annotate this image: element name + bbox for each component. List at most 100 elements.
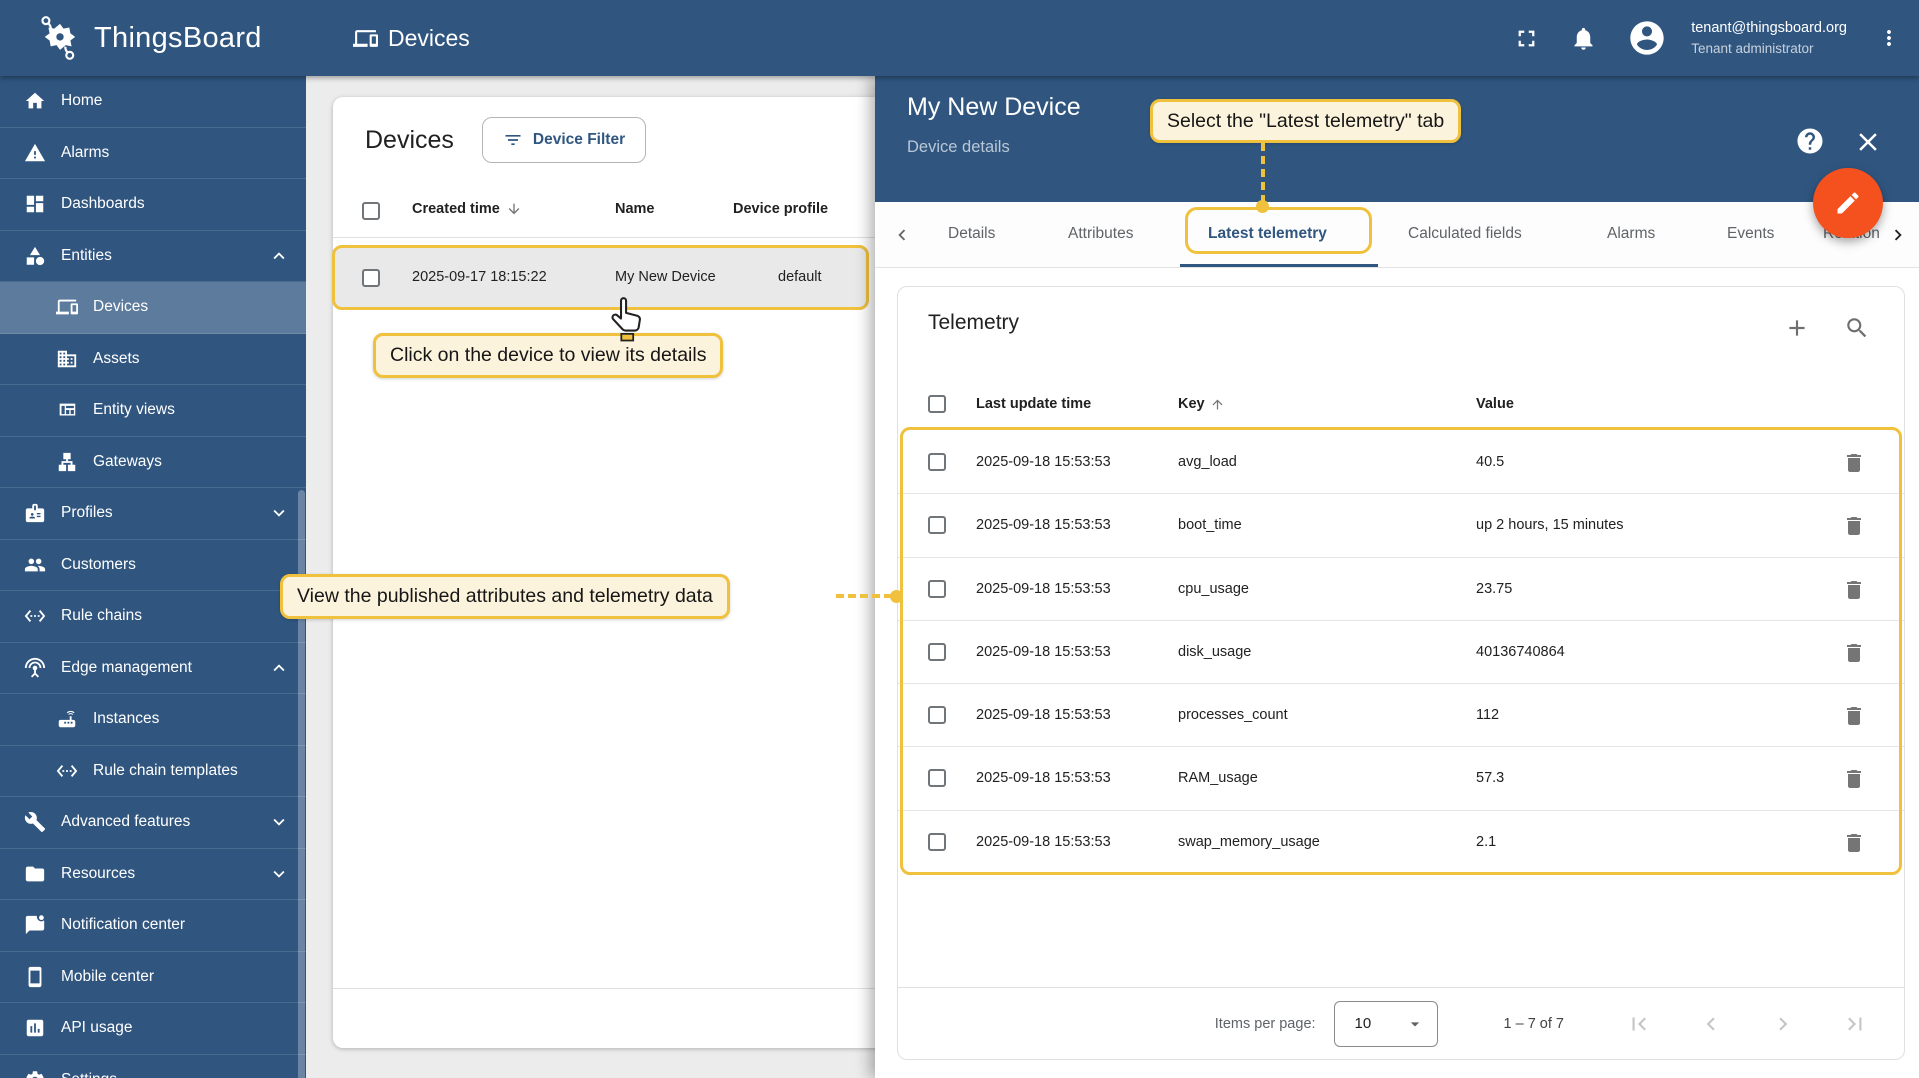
tabs-scroll-right-icon[interactable] [1887, 224, 1909, 246]
devices-table-header: Created time Name Device profile [333, 185, 890, 238]
devices-table-panel: Devices Device Filter Created time Name … [332, 97, 890, 1048]
telemetry-row[interactable]: 2025-09-18 15:53:53 avg_load 40.5 [898, 431, 1904, 495]
devices-icon [56, 299, 78, 315]
sidebar-item-notification-center[interactable]: Notification center [0, 900, 306, 952]
brand[interactable]: ThingsBoard [34, 12, 262, 64]
search-icon[interactable] [1844, 315, 1870, 341]
delete-icon[interactable] [1842, 641, 1866, 665]
callout-select-tab: Select the "Latest telemetry" tab [1150, 99, 1462, 143]
add-telemetry-icon[interactable] [1784, 315, 1810, 341]
first-page-icon[interactable] [1626, 1011, 1652, 1037]
delete-icon[interactable] [1842, 704, 1866, 728]
edit-fab-button[interactable] [1813, 168, 1883, 238]
delete-icon[interactable] [1842, 831, 1866, 855]
sidebar-item-api-usage[interactable]: API usage [0, 1003, 306, 1055]
device-filter-button[interactable]: Device Filter [481, 117, 647, 163]
sidebar-item-customers[interactable]: Customers [0, 540, 306, 591]
dropdown-arrow-icon [1410, 1021, 1419, 1026]
app-header: ThingsBoard Devices tenant@thingsboard.o… [0, 0, 1919, 76]
telemetry-select-all-checkbox[interactable] [928, 395, 946, 413]
help-icon[interactable] [1795, 126, 1825, 156]
telemetry-pagination: Items per page: 10 1 – 7 of 7 [898, 987, 1904, 1059]
column-name[interactable]: Name [615, 201, 655, 217]
sidebar-item-rule-chains[interactable]: Rule chains [0, 591, 306, 643]
sidebar-item-entities[interactable]: Entities [0, 231, 306, 282]
sidebar-item-rule-chain-templates[interactable]: Rule chain templates [0, 746, 306, 797]
sidebar-item-instances[interactable]: Instances [0, 694, 306, 746]
device-table-row[interactable]: 2025-09-17 18:15:22 My New Device defaul… [332, 245, 869, 310]
row-checkbox[interactable] [928, 769, 946, 788]
chevron-down-icon [273, 870, 285, 878]
tab-alarms[interactable]: Alarms [1607, 225, 1655, 243]
sidebar-item-mobile-center[interactable]: Mobile center [0, 952, 306, 1003]
column-device-profile[interactable]: Device profile [733, 201, 828, 217]
telemetry-row[interactable]: 2025-09-18 15:53:53 disk_usage 401367408… [898, 621, 1904, 685]
sidebar-item-resources[interactable]: Resources [0, 849, 306, 900]
active-tab-underline [1180, 264, 1378, 267]
previous-page-icon[interactable] [1698, 1011, 1724, 1037]
telemetry-row[interactable]: 2025-09-18 15:53:53 swap_memory_usage 2.… [898, 811, 1904, 874]
tab-details[interactable]: Details [948, 225, 995, 243]
customers-icon [24, 558, 46, 572]
sidebar-item-dashboards[interactable]: Dashboards [0, 179, 306, 231]
sidebar-item-edge-management[interactable]: Edge management [0, 643, 306, 694]
notifications-bell-icon[interactable] [1570, 25, 1597, 52]
callout-connector-line [836, 594, 892, 598]
row-checkbox[interactable] [928, 642, 946, 661]
chevron-up-icon [273, 664, 285, 671]
sidebar-item-home[interactable]: Home [0, 76, 306, 128]
fullscreen-icon[interactable] [1513, 25, 1540, 52]
delete-icon[interactable] [1842, 514, 1866, 538]
sidebar-item-devices[interactable]: Devices [0, 282, 306, 334]
callout-click-device: Click on the device to view its details [373, 333, 724, 378]
tab-calculated-fields[interactable]: Calculated fields [1408, 225, 1522, 243]
row-checkbox[interactable] [928, 579, 946, 598]
sidebar-item-alarms[interactable]: Alarms [0, 128, 306, 179]
user-avatar[interactable] [1627, 18, 1667, 58]
row-checkbox[interactable] [928, 832, 946, 851]
telemetry-row[interactable]: 2025-09-18 15:53:53 RAM_usage 57.3 [898, 747, 1904, 811]
sidebar-item-gateways[interactable]: Gateways [0, 437, 306, 488]
devices-icon [353, 29, 378, 47]
filter-icon [505, 135, 521, 145]
column-created-time[interactable]: Created time [412, 201, 522, 217]
telemetry-row[interactable]: 2025-09-18 15:53:53 processes_count 112 [898, 684, 1904, 748]
more-menu-icon[interactable] [1877, 26, 1901, 50]
sidebar-item-assets[interactable]: Assets [0, 334, 306, 385]
last-page-icon[interactable] [1842, 1011, 1868, 1037]
sidebar-item-profiles[interactable]: Profiles [0, 488, 306, 540]
row-checkbox[interactable] [928, 453, 946, 471]
sidebar-item-advanced-features[interactable]: Advanced features [0, 797, 306, 849]
tab-attributes[interactable]: Attributes [1068, 225, 1133, 243]
page-size-select[interactable]: 10 [1333, 1000, 1438, 1047]
device-details-panel: My New Device Device details Select the … [875, 76, 1919, 1078]
column-key[interactable]: Key [1178, 396, 1225, 412]
chevron-up-icon [273, 252, 285, 259]
cell-created-time: 2025-09-17 18:15:22 [412, 269, 547, 285]
delete-icon[interactable] [1842, 767, 1866, 791]
tab-events[interactable]: Events [1727, 225, 1774, 243]
column-value[interactable]: Value [1476, 396, 1514, 412]
details-title: My New Device [907, 93, 1081, 121]
row-checkbox[interactable] [362, 269, 380, 287]
sidebar-item-entity-views[interactable]: Entity views [0, 385, 306, 437]
profiles-badge-icon [25, 504, 45, 523]
delete-icon[interactable] [1842, 578, 1866, 602]
column-last-update-time[interactable]: Last update time [976, 396, 1091, 412]
user-role: Tenant administrator [1691, 40, 1814, 56]
row-checkbox[interactable] [928, 706, 946, 725]
notification-center-icon [25, 915, 45, 935]
select-all-checkbox[interactable] [362, 202, 380, 220]
telemetry-card: Telemetry Last update time Key Value 202… [897, 286, 1905, 1060]
sidebar-item-settings[interactable]: Settings [0, 1055, 306, 1078]
telemetry-row[interactable]: 2025-09-18 15:53:53 boot_time up 2 hours… [898, 494, 1904, 558]
delete-icon[interactable] [1842, 451, 1866, 475]
brand-name: ThingsBoard [94, 21, 262, 54]
callout-tab-connector-dot [1256, 200, 1269, 213]
next-page-icon[interactable] [1770, 1011, 1796, 1037]
close-icon[interactable] [1853, 127, 1883, 157]
telemetry-row[interactable]: 2025-09-18 15:53:53 cpu_usage 23.75 [898, 558, 1904, 621]
row-checkbox[interactable] [928, 516, 946, 535]
callout-tab-connector-line [1261, 143, 1265, 203]
tabs-scroll-left-icon[interactable] [891, 224, 913, 246]
